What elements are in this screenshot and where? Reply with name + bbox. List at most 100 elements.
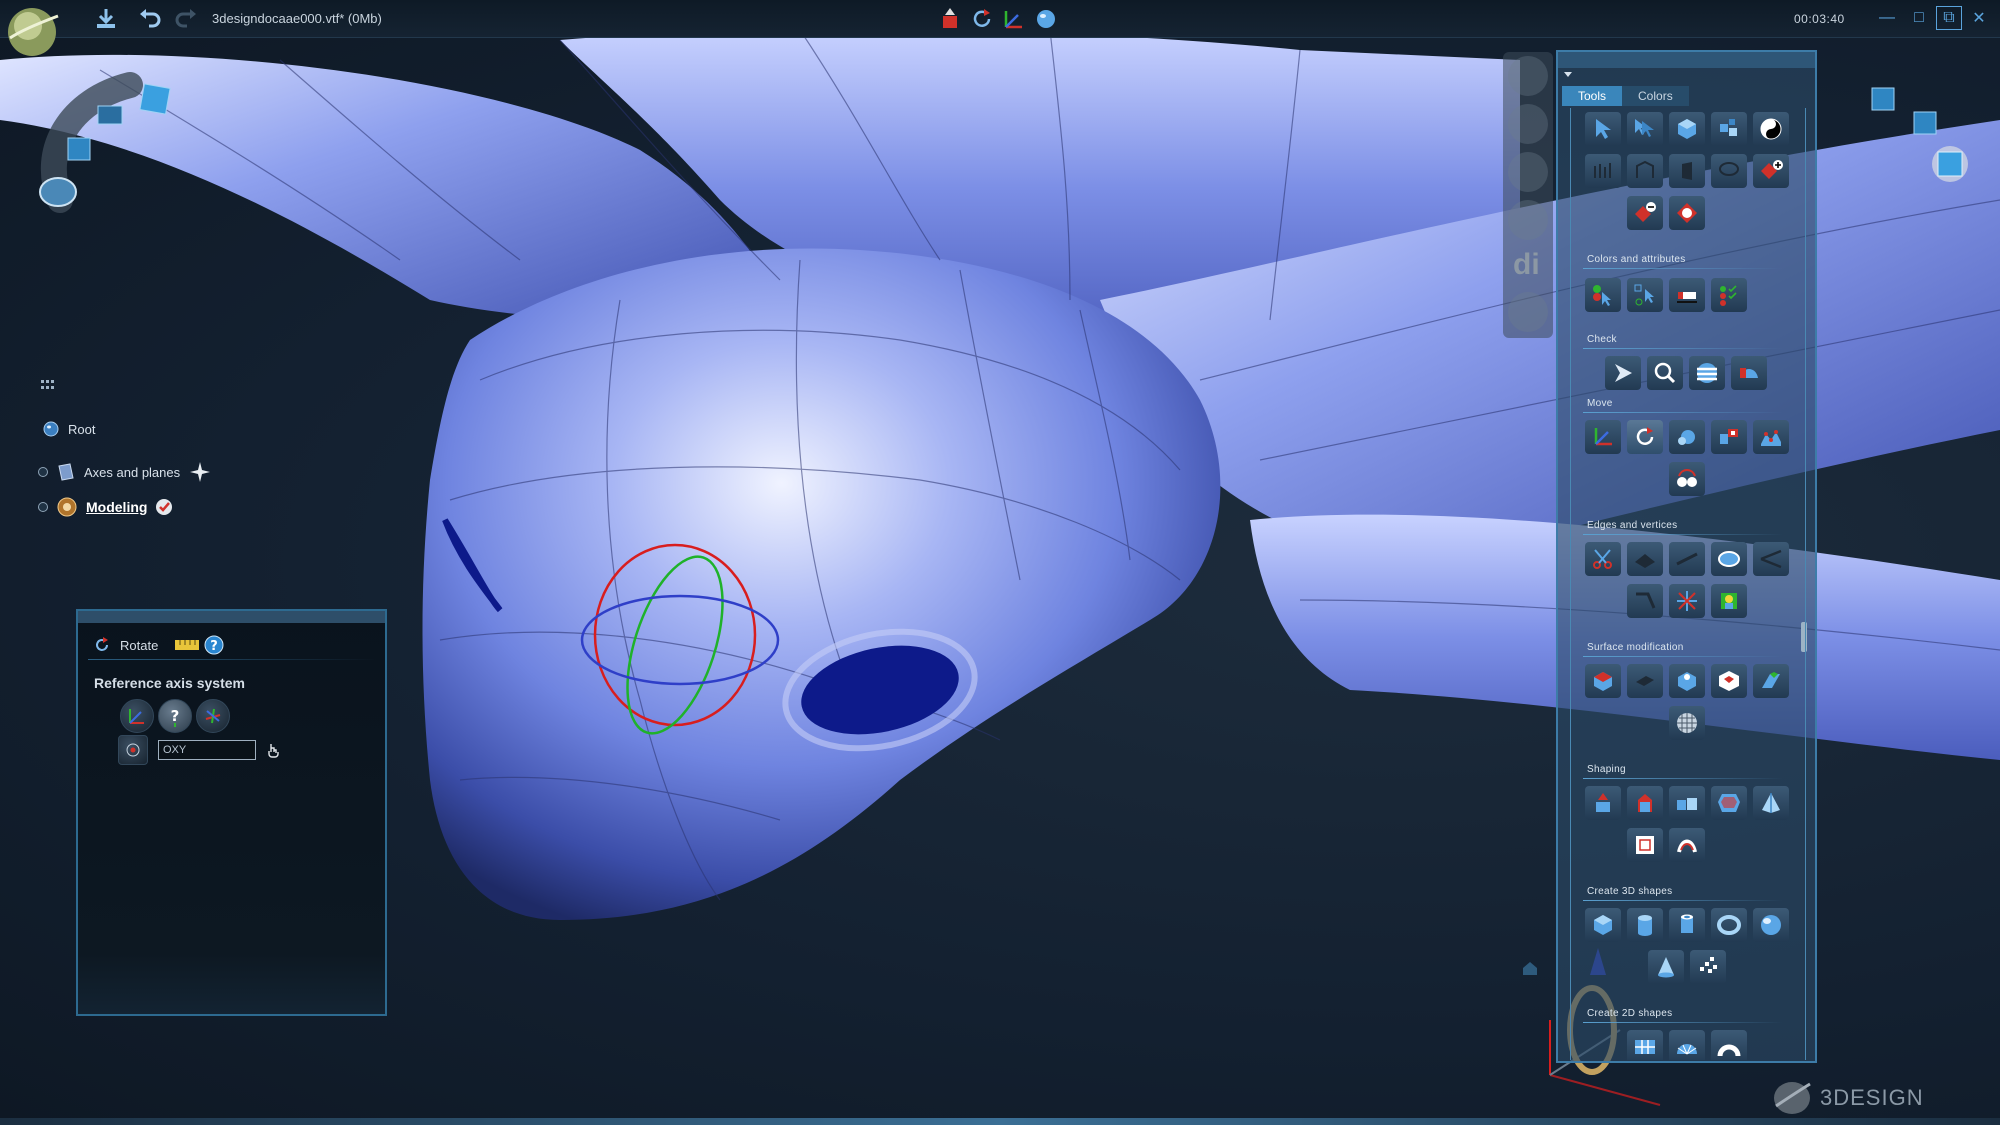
brand-swirl-icon [1774, 1082, 1811, 1114]
lattice-icon [1636, 836, 1654, 854]
shell-tool-button[interactable] [1711, 786, 1747, 820]
tree-item-root[interactable]: Root [42, 420, 95, 438]
minimize-button[interactable]: — [1874, 6, 1900, 30]
model-head [422, 248, 1221, 920]
select-loop-tool-button[interactable] [1627, 154, 1663, 188]
smooth-edge-tool-button[interactable] [1711, 584, 1747, 618]
attribute-tool-button[interactable] [1669, 278, 1705, 312]
create-torus-button[interactable] [1711, 908, 1747, 942]
push-pull-tool-button[interactable] [1585, 786, 1621, 820]
curvature-check-tool-button[interactable] [1731, 356, 1767, 390]
add-selection-tool-button[interactable] [1753, 154, 1789, 188]
tab-colors[interactable]: Colors [1622, 86, 1689, 106]
strip-settings-button[interactable] [1508, 292, 1548, 332]
taper-tool-button[interactable] [1627, 786, 1663, 820]
move-axes-icon[interactable] [1000, 5, 1028, 33]
subdivide-tool-button[interactable] [1669, 664, 1705, 698]
strip-mode-button[interactable] [1508, 152, 1548, 192]
align-tool-button[interactable] [1711, 420, 1747, 454]
viewport-mode-strip: di [1503, 52, 1553, 338]
strip-mode-button[interactable] [1508, 200, 1548, 240]
extrude-icon[interactable] [936, 5, 964, 33]
strip-di-label[interactable]: di [1513, 248, 1540, 282]
check-direction-tool-button[interactable] [1605, 356, 1641, 390]
create-cube-button[interactable] [1585, 908, 1621, 942]
tree-grid-icon[interactable] [40, 378, 56, 394]
axis-option-pick-button[interactable]: ? [158, 699, 192, 733]
axis-option-local-button[interactable] [196, 699, 230, 733]
lattice-tool-button[interactable] [1627, 828, 1663, 862]
select-tool-button[interactable] [1585, 112, 1621, 146]
ruler-icon[interactable] [174, 638, 200, 652]
rotate-tool-icon[interactable] [968, 5, 996, 33]
global-axis-icon [129, 709, 144, 724]
create-particles-button[interactable] [1690, 950, 1726, 984]
tab-tools[interactable]: Tools [1562, 86, 1623, 106]
create-grid-plane-button[interactable] [1627, 1030, 1663, 1060]
select-solid-tool-button[interactable] [1669, 154, 1705, 188]
ring-edge-tool-button[interactable] [1711, 542, 1747, 576]
axis-system-input[interactable] [158, 740, 256, 760]
maximize-button[interactable]: □ [1906, 6, 1932, 30]
undo-arrow-icon[interactable] [136, 5, 164, 33]
create-tube-button[interactable] [1669, 908, 1705, 942]
restore-button[interactable]: ⧉ [1936, 6, 1962, 30]
axis-option-global-button[interactable] [120, 699, 154, 733]
bridge-edge-tool-button[interactable] [1627, 584, 1663, 618]
help-icon[interactable]: ? [204, 635, 224, 655]
collapse-arrow-icon[interactable] [1562, 68, 1574, 80]
color-list-tool-button[interactable] [1711, 278, 1747, 312]
select-object-tool-button[interactable] [1669, 112, 1705, 146]
zebra-stripes-tool-button[interactable] [1689, 356, 1725, 390]
expand-toggle[interactable] [38, 502, 48, 512]
select-faces-tool-button[interactable] [1711, 112, 1747, 146]
bend-tool-button[interactable] [1669, 786, 1705, 820]
select-edges-tool-button[interactable] [1585, 154, 1621, 188]
translate-tool-button[interactable] [1585, 420, 1621, 454]
deform-tool-button[interactable] [1753, 420, 1789, 454]
edge-loop-tool-button[interactable] [1669, 542, 1705, 576]
pyramid-tool-button[interactable] [1753, 786, 1789, 820]
section-create-3d-shapes: Create 3D shapes [1587, 886, 1673, 897]
weld-vertices-tool-button[interactable] [1669, 584, 1705, 618]
tree-item-axes-and-planes[interactable]: Axes and planes [38, 460, 212, 484]
save-download-icon[interactable] [92, 5, 120, 33]
rotate-tool-button[interactable] [1627, 420, 1663, 454]
strip-mode-button[interactable] [1508, 56, 1548, 96]
cut-edge-tool-button[interactable] [1585, 542, 1621, 576]
mirror-tool-button[interactable] [1669, 462, 1705, 496]
create-cone-button[interactable] [1648, 950, 1684, 984]
sphere-tool-icon[interactable] [1032, 5, 1060, 33]
split-vertex-tool-button[interactable] [1753, 542, 1789, 576]
create-arc-button[interactable] [1711, 1030, 1747, 1060]
invert-selection-tool-button[interactable] [1753, 112, 1789, 146]
grid-plane-icon [1635, 1040, 1655, 1054]
remove-selection-tool-button[interactable] [1627, 196, 1663, 230]
magnify-tool-button[interactable] [1647, 356, 1683, 390]
lasso-tool-button[interactable] [1711, 154, 1747, 188]
flatten-tool-button[interactable] [1627, 664, 1663, 698]
axis-picker-button[interactable] [118, 735, 148, 765]
strip-mode-button[interactable] [1508, 104, 1548, 144]
create-sphere-button[interactable] [1753, 908, 1789, 942]
twist-tool-button[interactable] [1669, 828, 1705, 862]
panel-header [78, 611, 385, 623]
select-all-tool-button[interactable] [1669, 196, 1705, 230]
extrude-face-tool-button[interactable] [1585, 664, 1621, 698]
insert-edge-tool-button[interactable] [1627, 542, 1663, 576]
pick-color-tool-button[interactable] [1627, 278, 1663, 312]
close-button[interactable]: ✕ [1966, 6, 1992, 30]
redo-arrow-icon[interactable] [172, 5, 200, 33]
expand-toggle[interactable] [38, 467, 48, 477]
scale-tool-button[interactable] [1669, 420, 1705, 454]
inset-tool-button[interactable] [1711, 664, 1747, 698]
mesh-sphere-tool-button[interactable] [1669, 706, 1705, 740]
tree-item-modeling[interactable]: Modeling [38, 496, 173, 518]
bevel-tool-button[interactable] [1753, 664, 1789, 698]
multi-select-tool-button[interactable] [1627, 112, 1663, 146]
apply-color-tool-button[interactable] [1585, 278, 1621, 312]
pyramid-icon [1762, 793, 1780, 813]
create-cylinder-button[interactable] [1627, 908, 1663, 942]
create-disk-button[interactable] [1669, 1030, 1705, 1060]
app-logo-icon[interactable] [2, 2, 62, 60]
